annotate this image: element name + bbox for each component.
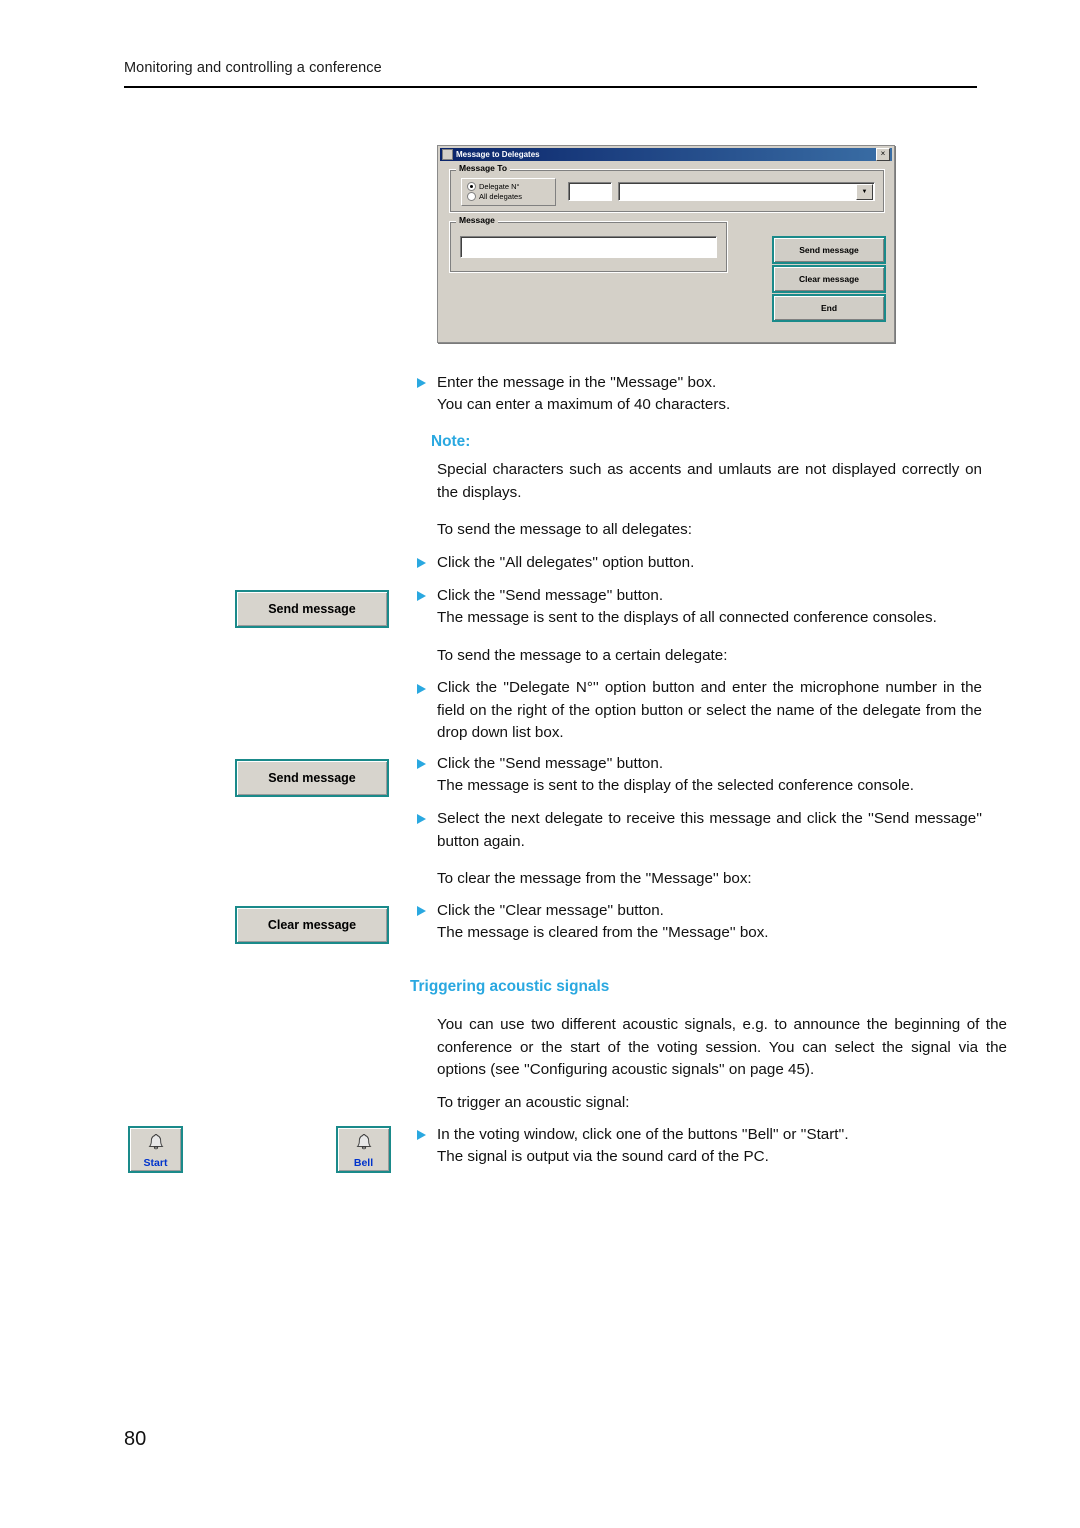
radio-delegate-number-label: Delegate N° xyxy=(479,182,520,191)
step-enter-message: Enter the message in the ''Message'' box… xyxy=(437,374,717,391)
intro-clear-message: To clear the message from the ''Message'… xyxy=(437,870,752,887)
step-select-next-delegate: Select the next delegate to receive this… xyxy=(437,810,982,850)
radio-all-delegates-label: All delegates xyxy=(479,192,522,201)
message-group-label: Message xyxy=(456,215,498,225)
bell-icon xyxy=(338,1131,389,1153)
radio-delegate-number[interactable]: Delegate N° xyxy=(467,182,520,191)
step-click-delegate-number: Click the ''Delegate N°'' option button … xyxy=(437,679,982,741)
margin-bell-button: Bell xyxy=(336,1126,391,1173)
microphone-number-input[interactable] xyxy=(568,182,612,201)
radio-selected-icon xyxy=(467,182,476,191)
bullet-icon xyxy=(417,558,426,568)
bullet-icon xyxy=(417,906,426,916)
step-trigger-signal: In the voting window, click one of the b… xyxy=(437,1126,849,1143)
message-input[interactable] xyxy=(460,236,717,258)
note-label: Note: xyxy=(431,433,471,450)
step-click-clear-sub: The message is cleared from the ''Messag… xyxy=(437,924,769,941)
radio-all-delegates[interactable]: All delegates xyxy=(467,192,522,201)
delegate-name-dropdown[interactable]: ▼ xyxy=(618,182,875,201)
close-icon[interactable]: × xyxy=(876,148,890,161)
bell-icon xyxy=(130,1131,181,1153)
step-click-send-2-sub: The message is sent to the display of th… xyxy=(437,777,914,794)
margin-clear-message-button: Clear message xyxy=(235,906,389,944)
radio-unselected-icon xyxy=(467,192,476,201)
step-click-send-1-sub: The message is sent to the displays of a… xyxy=(437,609,937,626)
step-click-clear: Click the ''Clear message'' button. xyxy=(437,902,664,919)
step-click-send-2: Click the ''Send message'' button. xyxy=(437,755,664,772)
margin-start-button-label: Start xyxy=(143,1157,168,1169)
intro-send-certain: To send the message to a certain delegat… xyxy=(437,647,728,664)
margin-send-message-button-2: Send message xyxy=(235,759,389,797)
bullet-icon xyxy=(417,684,426,694)
dialog-title-bar: Message to Delegates × xyxy=(440,148,892,161)
window-icon xyxy=(442,149,453,160)
bullet-icon xyxy=(417,378,426,388)
bullet-icon xyxy=(417,1130,426,1140)
message-to-delegates-dialog: Message to Delegates × Message To Delega… xyxy=(437,145,895,343)
intro-send-all: To send the message to all delegates: xyxy=(437,521,692,538)
bullet-icon xyxy=(417,759,426,769)
margin-bell-button-label: Bell xyxy=(353,1157,374,1169)
document-page: Monitoring and controlling a conference … xyxy=(0,0,1080,1528)
message-group: Message xyxy=(449,215,728,273)
dialog-send-message-button[interactable]: Send message xyxy=(772,236,886,264)
running-header: Monitoring and controlling a conference xyxy=(124,60,382,76)
acoustic-paragraph: You can use two different acoustic signa… xyxy=(437,1016,1007,1078)
page-number: 80 xyxy=(124,1428,147,1450)
step-click-all-delegates: Click the ''All delegates'' option butto… xyxy=(437,554,695,571)
step-enter-message-sub: You can enter a maximum of 40 characters… xyxy=(437,396,731,413)
dialog-clear-message-button[interactable]: Clear message xyxy=(772,265,886,293)
bullet-icon xyxy=(417,591,426,601)
step-trigger-signal-sub: The signal is output via the sound card … xyxy=(437,1148,769,1165)
dialog-title: Message to Delegates xyxy=(456,150,540,159)
message-to-group: Message To Delegate N° All delegates ▼ xyxy=(449,163,885,213)
intro-trigger-signal: To trigger an acoustic signal: xyxy=(437,1094,630,1111)
dialog-end-button[interactable]: End xyxy=(772,294,886,322)
step-click-send-1: Click the ''Send message'' button. xyxy=(437,587,664,604)
note-text: Special characters such as accents and u… xyxy=(437,461,982,501)
section-heading-acoustic: Triggering acoustic signals xyxy=(410,978,610,995)
margin-send-message-button-1: Send message xyxy=(235,590,389,628)
delegate-option-box: Delegate N° All delegates xyxy=(461,178,556,206)
header-rule xyxy=(124,86,977,88)
bullet-icon xyxy=(417,814,426,824)
chevron-down-icon[interactable]: ▼ xyxy=(856,184,873,200)
margin-start-button: Start xyxy=(128,1126,183,1173)
message-to-group-label: Message To xyxy=(456,163,511,173)
